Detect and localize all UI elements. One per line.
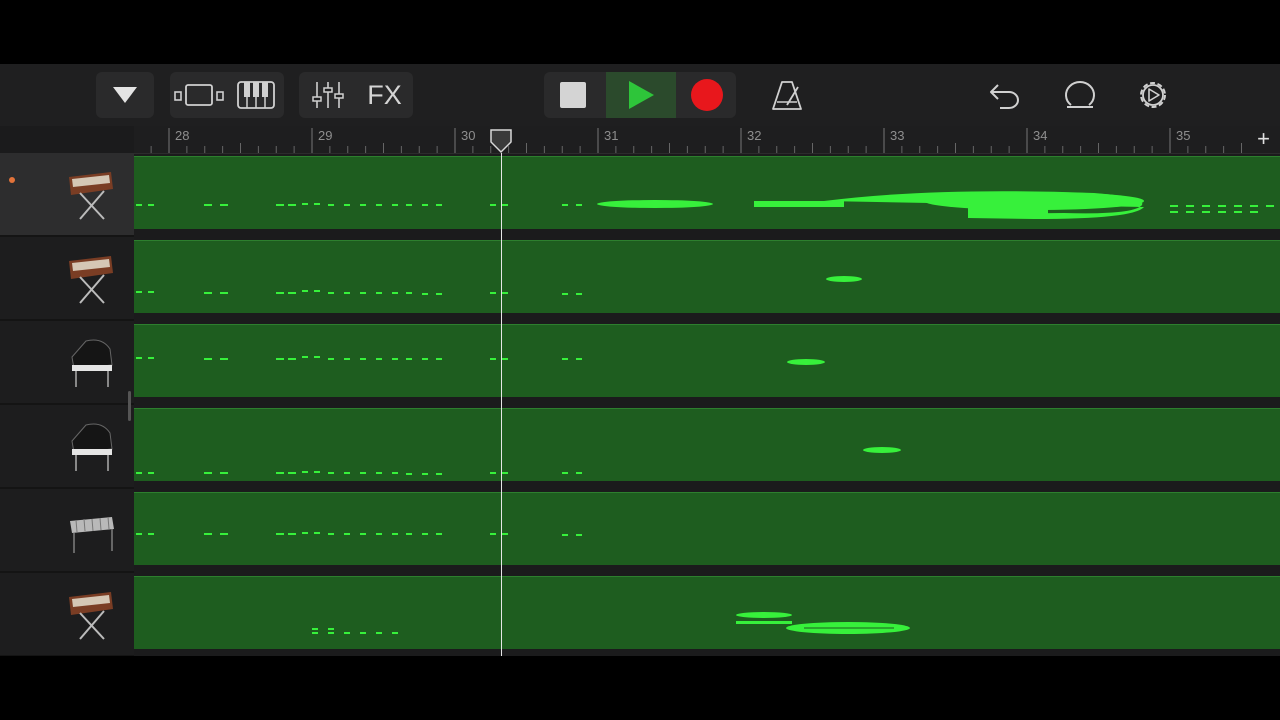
track-header-3[interactable] [0,321,134,405]
bar-number-29: 29 [318,128,333,143]
bar-number-31: 31 [604,128,619,143]
midi-region-track-1[interactable] [134,156,1280,229]
transport-controls [544,72,736,118]
tracks-view-button[interactable] [170,72,227,118]
garageband-app: FX 28 29 30 31 32 33 34 35 + [0,64,1280,656]
bar-number-34: 34 [1033,128,1048,143]
midi-region-track-3[interactable] [134,324,1280,397]
sliders-icon [311,82,344,108]
toolbar: FX [0,64,1280,126]
gear-icon [1140,82,1166,108]
fx-button[interactable]: FX [356,72,413,118]
midi-region-track-4[interactable] [134,408,1280,481]
play-icon [629,81,654,109]
bar-number-35: 35 [1176,128,1191,143]
piano-keys-icon [236,81,275,109]
midi-notes [136,356,825,365]
triangle-down-icon [113,87,137,103]
synth-keyboard-icon [69,172,113,220]
play-button[interactable] [606,72,676,118]
tracks-view-icon [173,84,224,106]
midi-region-track-6[interactable] [134,576,1280,649]
midi-notes [136,276,862,295]
midi-notes [312,612,910,634]
stop-icon [560,82,586,108]
undo-button[interactable] [980,72,1030,118]
loop-browser-button[interactable] [1055,72,1105,118]
track-header-4[interactable] [0,405,134,489]
record-button[interactable] [678,72,736,118]
track-header-5[interactable] [0,489,134,573]
track-header-1[interactable] [0,153,134,237]
tracks-area[interactable] [134,153,1280,656]
fx-label: FX [367,79,402,110]
metronome-icon [772,81,802,110]
midi-notes [136,532,582,536]
armed-indicator [9,177,15,183]
timeline-ruler[interactable]: 28 29 30 31 32 33 34 35 + [134,126,1280,154]
loop-icon [1065,81,1095,108]
vibraphone-icon [70,516,114,553]
synth-keyboard-icon [69,592,113,640]
view-toggle-group [170,72,284,118]
undo-icon [990,84,1019,109]
ruler-ticks [150,128,1242,153]
grand-piano-icon [71,339,113,387]
add-track-button[interactable]: + [1257,126,1270,152]
synth-keyboard-icon [69,256,113,304]
grand-piano-icon [71,423,113,471]
keyboard-button[interactable] [227,72,284,118]
stop-button[interactable] [544,72,602,118]
track-header-2[interactable] [0,237,134,321]
midi-notes [136,447,901,475]
vertical-scroll-indicator[interactable] [128,391,131,421]
browser-dropdown-button[interactable] [96,72,154,118]
midi-region-track-5[interactable] [134,492,1280,565]
mix-group: FX [299,72,413,118]
track-headers [0,153,134,656]
bar-number-30: 30 [461,128,476,143]
mixer-button[interactable] [299,72,356,118]
midi-region-track-2[interactable] [134,240,1280,313]
record-icon [691,79,723,111]
bar-number-28: 28 [175,128,190,143]
midi-notes [136,191,1274,219]
bar-number-33: 33 [890,128,905,143]
bar-number-32: 32 [747,128,762,143]
playhead-handle[interactable] [489,128,513,154]
playhead-line [500,153,503,656]
track-header-6[interactable] [0,573,134,656]
metronome-button[interactable] [760,72,814,118]
settings-button[interactable] [1128,72,1178,118]
